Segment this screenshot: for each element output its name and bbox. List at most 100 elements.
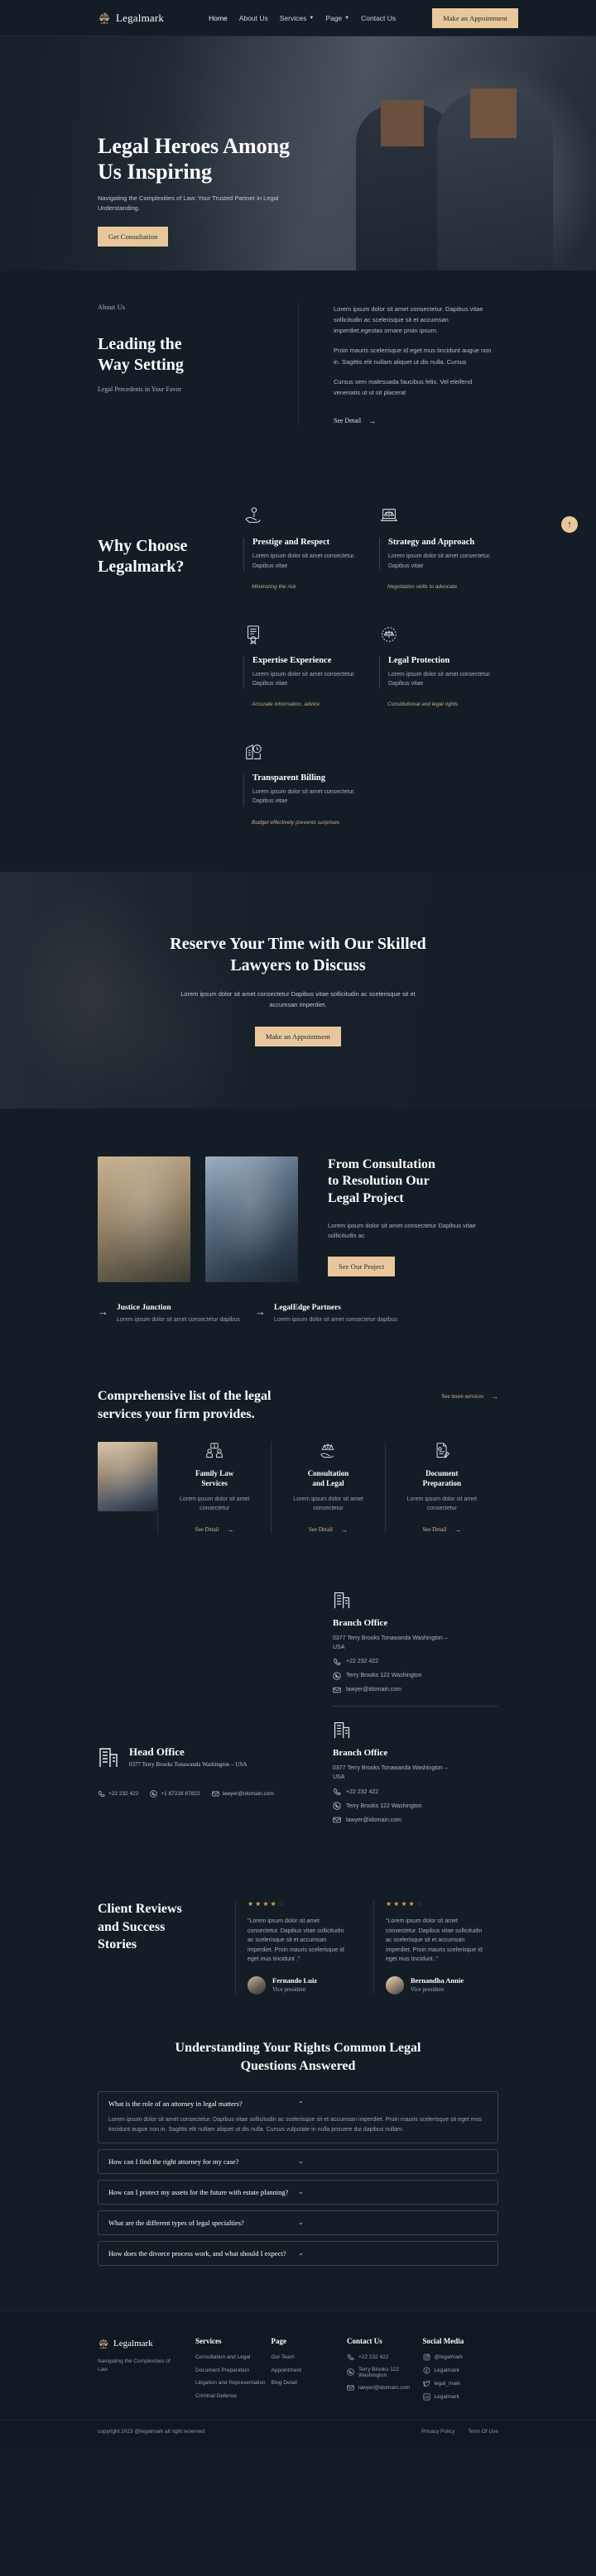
reviewer-name: Fernando Luiz — [272, 1976, 318, 1985]
social-instagram[interactable]: @legalmark — [423, 2353, 499, 2361]
faq-item[interactable]: How can I find the right attorney for my… — [98, 2148, 498, 2174]
hand-person-icon — [243, 506, 363, 528]
hero-title: Legal Heroes Among Us Inspiring — [98, 134, 291, 184]
head-office-phone[interactable]: +22 232 422 — [98, 1790, 138, 1798]
scales-icon — [98, 2337, 109, 2350]
about-section: About Us Leading the Way Setting Legal P… — [0, 271, 596, 463]
nav-item-about-us[interactable]: About Us — [239, 14, 268, 22]
building-clock-icon — [243, 742, 363, 764]
service-see-detail-link[interactable]: See Detail → — [309, 1525, 348, 1534]
whatsapp-icon — [333, 1802, 341, 1810]
social-facebook[interactable]: Legalmark — [423, 2367, 499, 2374]
scroll-to-top-button[interactable]: ↑ — [561, 516, 578, 534]
chevron-down-icon[interactable]: ⌄ — [298, 2219, 488, 2226]
branch-office-whatsapp[interactable]: Terry Brooks 122 Washington — [333, 1672, 498, 1680]
phone-icon — [98, 1790, 105, 1798]
footer-column-heading: Services — [195, 2336, 222, 2345]
footer-link[interactable]: Our Team — [272, 2353, 348, 2362]
get-consultation-button[interactable]: Get Consultation — [98, 227, 169, 247]
see-our-project-button[interactable]: See Our Project — [328, 1256, 396, 1276]
feature-card: Legal Protection Lorem ipsum dolor sit a… — [379, 625, 498, 707]
footer-brand[interactable]: Legalmark — [98, 2337, 195, 2350]
rating-stars: ★★★★☆ — [386, 1900, 424, 1908]
head-office-email[interactable]: lawyer@idomain.com — [211, 1790, 274, 1798]
social-linkedin[interactable]: Legalmark — [422, 2393, 499, 2401]
faq-item[interactable]: What is the role of an attorney in legal… — [98, 2091, 498, 2143]
footer-link[interactable]: Blog Detail — [272, 2379, 348, 2387]
arrow-right-icon: → — [226, 1525, 234, 1534]
mail-icon — [211, 1790, 219, 1798]
chevron-down-icon[interactable]: ⌄ — [298, 2249, 488, 2257]
project-card[interactable]: → LegalEdge Partners Lorem ipsum dolor s… — [255, 1304, 401, 1325]
building-icon — [333, 1720, 498, 1740]
service-see-detail-link[interactable]: See Detail → — [195, 1525, 234, 1534]
mail-icon — [333, 1816, 341, 1824]
review-quote: "Lorem ipsum dolor sit amet consectetur.… — [386, 1918, 483, 1963]
branch-office-email[interactable]: lawyer@idomain.com — [333, 1686, 498, 1694]
privacy-policy-link[interactable]: Privacy Policy — [421, 2429, 454, 2435]
footer-link[interactable]: Criminal Defense — [195, 2392, 272, 2401]
project-card-title: LegalEdge Partners — [274, 1303, 342, 1312]
nav-item-contact-us[interactable]: Contact Us — [361, 14, 396, 22]
whatsapp-icon — [150, 1789, 158, 1798]
nav-item-home[interactable]: Home — [209, 14, 228, 22]
review-card: ★★★★☆ "Lorem ipsum dolor sit amet consec… — [235, 1900, 360, 1994]
arrow-right-icon: → — [491, 1392, 498, 1401]
branch-office: Branch Office 0377 Terry Brooks Tonawand… — [333, 1720, 498, 1836]
faq-question: What is the role of an attorney in legal… — [108, 2100, 243, 2109]
branch-office-whatsapp[interactable]: Terry Brooks 122 Washington — [333, 1802, 498, 1810]
main-nav: Home About Us Services ▼ Page ▼ Contact Us — [209, 14, 396, 22]
faq-question: What are the different types of legal sp… — [108, 2218, 244, 2227]
project-card-desc: Lorem ipsum dolor sit amet consectetur d… — [117, 1316, 241, 1323]
feature-card: Expertise Experience Lorem ipsum dolor s… — [243, 625, 363, 707]
branch-office-phone[interactable]: +22 232 422 — [333, 1658, 498, 1666]
nav-item-services[interactable]: Services ▼ — [280, 14, 315, 22]
faq-item[interactable]: How does the divorce process work, and w… — [98, 2240, 498, 2266]
avatar — [248, 1975, 266, 1994]
feature-note: Constitutional and legal rights — [387, 701, 459, 708]
footer-link[interactable]: Document Preparation — [195, 2367, 272, 2375]
project-card[interactable]: → Justice Junction Lorem ipsum dolor sit… — [98, 1304, 243, 1325]
offices-section: Head Office 0377 Terry Brooks Tonawanda … — [0, 1575, 596, 1883]
footer-email[interactable]: lawyer@idomain.com — [347, 2384, 423, 2392]
branch-office-phone[interactable]: +22 232 422 — [333, 1788, 498, 1796]
nav-item-page[interactable]: Page ▼ — [325, 14, 349, 22]
whatsapp-icon — [347, 2368, 354, 2377]
footer-whatsapp[interactable]: Terry Brooks 122 Washington — [347, 2367, 423, 2378]
chevron-up-icon[interactable]: ⌃ — [298, 2100, 488, 2108]
feature-card: Prestige and Respect Lorem ipsum dolor s… — [243, 506, 363, 590]
branch-office-email[interactable]: lawyer@idomain.com — [333, 1816, 498, 1824]
about-paragraph: Proin mauris scelerisque id eget mus tin… — [334, 347, 492, 366]
faq-item[interactable]: What are the different types of legal sp… — [98, 2210, 498, 2235]
head-office-whatsapp[interactable]: +1 87228 87822 — [150, 1789, 200, 1798]
appointment-cta-section: Reserve Your Time with Our Skilled Lawye… — [0, 871, 596, 1108]
about-see-detail-link[interactable]: See Detail → — [334, 417, 376, 425]
chevron-down-icon[interactable]: ⌄ — [298, 2157, 488, 2165]
scales-hand-icon — [283, 1442, 372, 1460]
about-eyebrow: About Us — [98, 304, 126, 311]
rating-stars: ★★★★☆ — [248, 1900, 286, 1908]
social-twitter[interactable]: legal_mark — [422, 2380, 499, 2387]
mail-icon — [333, 1686, 341, 1694]
twitter-icon — [422, 2380, 430, 2387]
service-see-detail-link[interactable]: See Detail → — [422, 1525, 461, 1534]
project-cards: → Justice Junction Lorem ipsum dolor sit… — [0, 1299, 596, 1360]
arrow-right-icon: → — [339, 1525, 348, 1534]
cta-desc: Lorem ipsum dolor sit amet consectetur D… — [180, 990, 416, 1008]
faq-answer: Lorem ipsum dolor sit amet consectetur. … — [108, 2117, 482, 2133]
faq-item[interactable]: How can I protect my assets for the futu… — [98, 2179, 498, 2205]
services-title: Comprehensive list of the legal services… — [98, 1389, 272, 1421]
brand-logo[interactable]: Legalmark — [98, 11, 164, 26]
review-quote: "Lorem ipsum dolor sit amet consectetur.… — [248, 1918, 344, 1963]
terms-of-use-link[interactable]: Term Of Use — [469, 2429, 498, 2435]
chevron-down-icon: ▼ — [344, 15, 350, 21]
see-more-services-link[interactable]: See more services → — [441, 1392, 498, 1401]
make-appointment-button[interactable]: Make an Appointment — [432, 7, 518, 28]
footer-link[interactable]: Litigation and Representation — [195, 2379, 272, 2387]
footer-phone[interactable]: +22 232 422 — [347, 2353, 423, 2361]
footer-link[interactable]: Appointment — [272, 2367, 348, 2375]
footer-link[interactable]: Consultation and Legal — [195, 2353, 272, 2362]
chevron-down-icon[interactable]: ⌄ — [298, 2188, 488, 2195]
footer-column-contact: Contact Us +22 232 422 Terry Brooks 122 … — [347, 2337, 423, 2406]
cta-make-appointment-button[interactable]: Make an Appointment — [255, 1026, 341, 1046]
